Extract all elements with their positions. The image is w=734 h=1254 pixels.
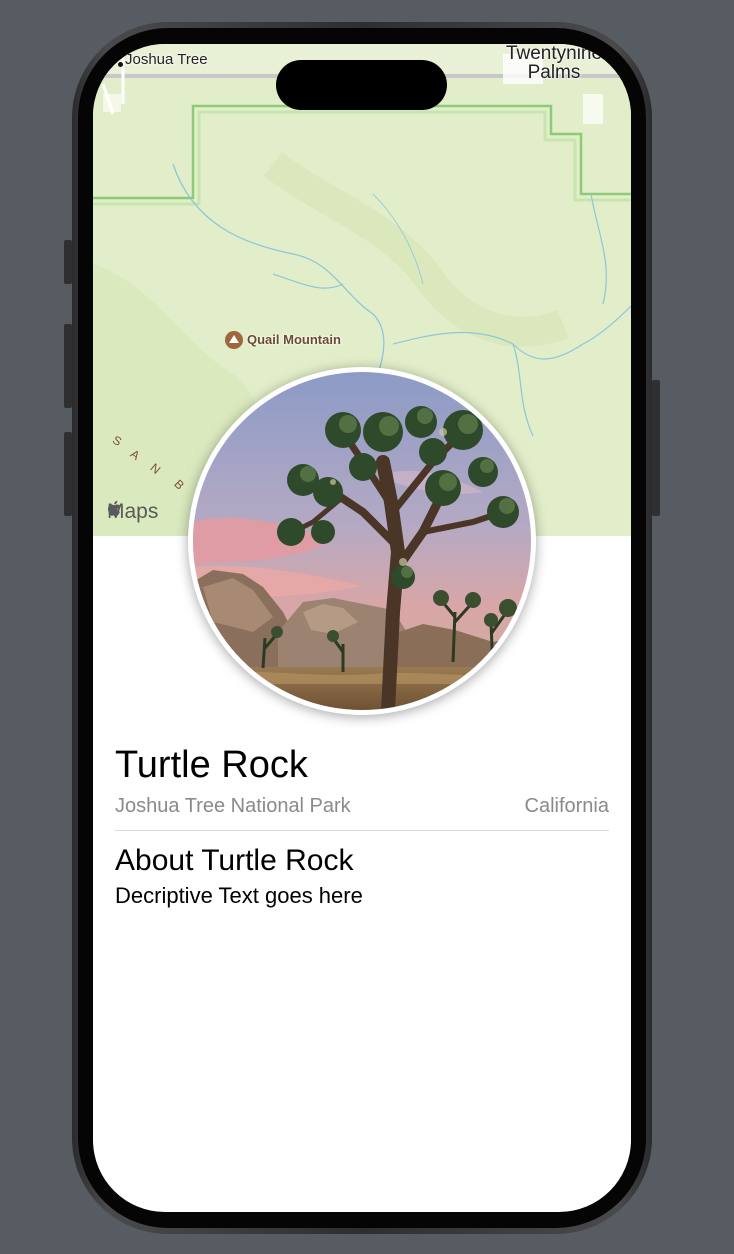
park-name: Joshua Tree National Park	[115, 795, 351, 817]
screen: Joshua Tree Twentynine Palms Quail Mount…	[93, 44, 631, 1212]
divider	[115, 830, 609, 831]
joshua-tree-dot	[118, 62, 123, 67]
state-name: California	[524, 795, 609, 817]
power-button	[652, 380, 660, 516]
volume-down-button	[64, 432, 72, 516]
palms-line: Palms	[527, 62, 581, 83]
map-label-quail-mountain[interactable]: Quail Mountain	[247, 332, 341, 347]
dynamic-island	[276, 60, 447, 110]
action-button	[64, 240, 72, 284]
twentynine-line: Twentynine	[505, 44, 603, 64]
about-description: Decriptive Text goes here	[115, 883, 363, 908]
landmark-photo	[188, 367, 536, 715]
map-label-twentynine-palms: Twentynine Palms	[489, 44, 619, 82]
maps-attribution[interactable]: Maps	[107, 500, 158, 524]
landmark-photo-image	[193, 372, 531, 710]
landmark-title: Turtle Rock	[115, 744, 308, 786]
apple-logo-icon	[108, 500, 121, 516]
volume-up-button	[64, 324, 72, 408]
joshua-tree-photo	[193, 372, 531, 710]
mountain-icon[interactable]	[225, 331, 243, 349]
map-label-joshua-tree: Joshua Tree	[125, 51, 208, 68]
about-heading: About Turtle Rock	[115, 844, 354, 877]
